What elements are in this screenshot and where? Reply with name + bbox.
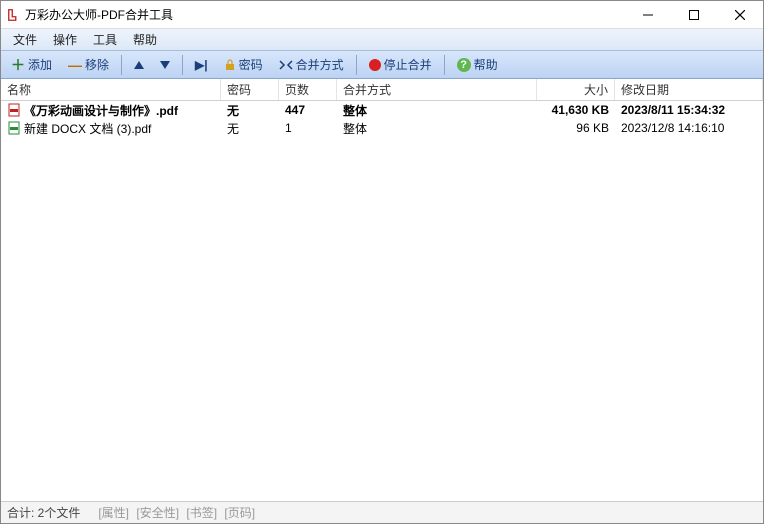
stop-merge-button[interactable]: 停止合并 xyxy=(363,54,438,75)
app-icon xyxy=(7,8,21,22)
status-tabs: [属性] [安全性] [书签] [页码] xyxy=(96,504,257,521)
separator xyxy=(182,55,183,75)
list-header: 名称 密码 页数 合并方式 大小 修改日期 xyxy=(1,79,763,101)
merge-icon xyxy=(279,59,293,71)
file-password: 无 xyxy=(221,101,279,119)
menubar: 文件 操作 工具 帮助 xyxy=(1,29,763,51)
col-header-modified[interactable]: 修改日期 xyxy=(615,79,763,100)
col-header-pages[interactable]: 页数 xyxy=(279,79,337,100)
separator xyxy=(444,55,445,75)
file-pages: 1 xyxy=(279,119,337,137)
close-button[interactable] xyxy=(717,1,763,29)
menu-file[interactable]: 文件 xyxy=(5,29,45,50)
file-modified: 2023/12/8 14:16:10 xyxy=(615,119,763,137)
password-label: 密码 xyxy=(239,56,263,73)
file-name: 新建 DOCX 文档 (3).pdf xyxy=(24,120,151,137)
pdf-icon xyxy=(7,103,21,117)
status-tab-security[interactable]: [安全性] xyxy=(136,506,179,520)
stop-icon xyxy=(369,59,381,71)
col-header-name[interactable]: 名称 xyxy=(1,79,221,100)
plus-icon: ＋ xyxy=(11,55,25,75)
stop-merge-label: 停止合并 xyxy=(384,56,432,73)
pdf-icon xyxy=(7,121,21,135)
minimize-button[interactable] xyxy=(625,1,671,29)
merge-mode-label: 合并方式 xyxy=(296,56,344,73)
move-up-button[interactable] xyxy=(128,59,150,71)
titlebar: 万彩办公大师-PDF合并工具 xyxy=(1,1,763,29)
col-header-size[interactable]: 大小 xyxy=(537,79,615,100)
file-size: 96 KB xyxy=(537,119,615,137)
file-password: 无 xyxy=(221,119,279,137)
status-count: 合计: 2个文件 xyxy=(7,504,80,521)
separator xyxy=(356,55,357,75)
file-pages: 447 xyxy=(279,101,337,119)
skip-icon: ▶| xyxy=(195,58,208,72)
file-mode: 整体 xyxy=(337,119,537,137)
file-size: 41,630 KB xyxy=(537,101,615,119)
menu-tools[interactable]: 工具 xyxy=(85,29,125,50)
table-row[interactable]: 新建 DOCX 文档 (3).pdf 无 1 整体 96 KB 2023/12/… xyxy=(1,119,763,137)
file-name: 《万彩动画设计与制作》.pdf xyxy=(24,102,178,119)
triangle-up-icon xyxy=(134,61,144,69)
menu-operate[interactable]: 操作 xyxy=(45,29,85,50)
status-tab-props[interactable]: [属性] xyxy=(98,506,129,520)
status-tab-pagenum[interactable]: [页码] xyxy=(224,506,255,520)
triangle-down-icon xyxy=(160,61,170,69)
add-label: 添加 xyxy=(28,56,52,73)
file-mode: 整体 xyxy=(337,101,537,119)
status-tab-bookmark[interactable]: [书签] xyxy=(186,506,217,520)
menu-help[interactable]: 帮助 xyxy=(125,29,165,50)
move-down-button[interactable] xyxy=(154,59,176,71)
table-row[interactable]: 《万彩动画设计与制作》.pdf 无 447 整体 41,630 KB 2023/… xyxy=(1,101,763,119)
window-controls xyxy=(625,1,763,29)
minus-icon: — xyxy=(68,57,82,73)
col-header-mode[interactable]: 合并方式 xyxy=(337,79,537,100)
lock-icon xyxy=(224,59,236,71)
help-icon: ? xyxy=(457,58,471,72)
col-header-password[interactable]: 密码 xyxy=(221,79,279,100)
add-button[interactable]: ＋ 添加 xyxy=(5,53,58,77)
skip-button[interactable]: ▶| xyxy=(189,56,214,74)
window-title: 万彩办公大师-PDF合并工具 xyxy=(25,6,625,23)
merge-mode-button[interactable]: 合并方式 xyxy=(273,54,350,75)
help-label: 帮助 xyxy=(474,56,498,73)
remove-label: 移除 xyxy=(85,56,109,73)
separator xyxy=(121,55,122,75)
maximize-button[interactable] xyxy=(671,1,717,29)
file-modified: 2023/8/11 15:34:32 xyxy=(615,101,763,119)
help-button[interactable]: ? 帮助 xyxy=(451,54,504,75)
statusbar: 合计: 2个文件 [属性] [安全性] [书签] [页码] xyxy=(1,501,763,523)
remove-button[interactable]: — 移除 xyxy=(62,54,115,75)
toolbar: ＋ 添加 — 移除 ▶| 密码 合并方式 停止合并 ? 帮助 xyxy=(1,51,763,79)
password-button[interactable]: 密码 xyxy=(218,54,269,75)
file-list: 《万彩动画设计与制作》.pdf 无 447 整体 41,630 KB 2023/… xyxy=(1,101,763,501)
